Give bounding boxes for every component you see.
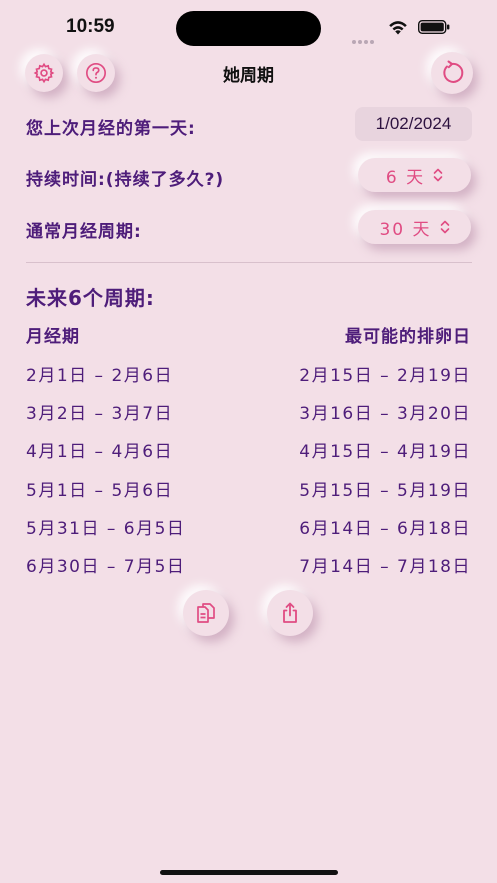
share-button[interactable] (267, 590, 313, 636)
refresh-icon (443, 60, 464, 83)
cellular-signal-icon (352, 29, 378, 44)
divider (26, 262, 472, 263)
copy-button[interactable] (183, 590, 229, 636)
ovulation-range: 4月15日 – 4月19日 (299, 442, 471, 462)
period-range: 5月1日 – 5月6日 (26, 481, 174, 501)
forecast-title: 未来6个周期: (26, 286, 155, 310)
last-period-date-value: 1/02/2024 (375, 114, 452, 133)
period-range: 4月1日 – 4月6日 (26, 442, 174, 462)
period-range: 3月2日 – 3月7日 (26, 404, 174, 424)
wifi-icon (389, 21, 407, 35)
cycle-length-value: 30 天 (379, 219, 432, 240)
chevron-up-down-icon (433, 168, 443, 182)
last-period-date-picker[interactable]: 1/02/2024 (355, 107, 472, 141)
ovulation-column-header: 最可能的排卵日 (345, 327, 471, 347)
duration-picker[interactable]: 6 天 (358, 158, 471, 192)
reset-button[interactable] (431, 52, 473, 94)
chevron-up-down-icon (440, 220, 449, 234)
period-range: 2月1日 – 2月6日 (26, 366, 174, 386)
ovulation-range: 2月15日 – 2月19日 (299, 366, 471, 386)
period-range: 6月30日 – 7月5日 (26, 557, 186, 577)
ovulation-range: 5月15日 – 5月19日 (299, 481, 471, 501)
last-period-label: 您上次月经的第一天: (26, 119, 196, 139)
dynamic-island (176, 11, 321, 46)
battery-icon (418, 20, 450, 34)
ovulation-range: 3月16日 – 3月20日 (299, 404, 471, 424)
page-title: 她周期 (223, 66, 274, 86)
duration-value: 6 天 (385, 167, 426, 188)
ovulation-range: 7月14日 – 7月18日 (299, 557, 471, 577)
copy-icon (197, 603, 215, 623)
period-column-header: 月经期 (26, 327, 80, 347)
cycle-length-label: 通常月经周期: (26, 222, 142, 242)
share-icon (283, 602, 297, 623)
home-indicator (160, 870, 338, 875)
status-time: 10:59 (66, 16, 115, 37)
cycle-length-picker[interactable]: 30 天 (358, 210, 471, 244)
period-range: 5月31日 – 6月5日 (26, 519, 186, 539)
duration-label: 持续时间:(持续了多久?) (26, 170, 225, 190)
ovulation-range: 6月14日 – 6月18日 (299, 519, 471, 539)
